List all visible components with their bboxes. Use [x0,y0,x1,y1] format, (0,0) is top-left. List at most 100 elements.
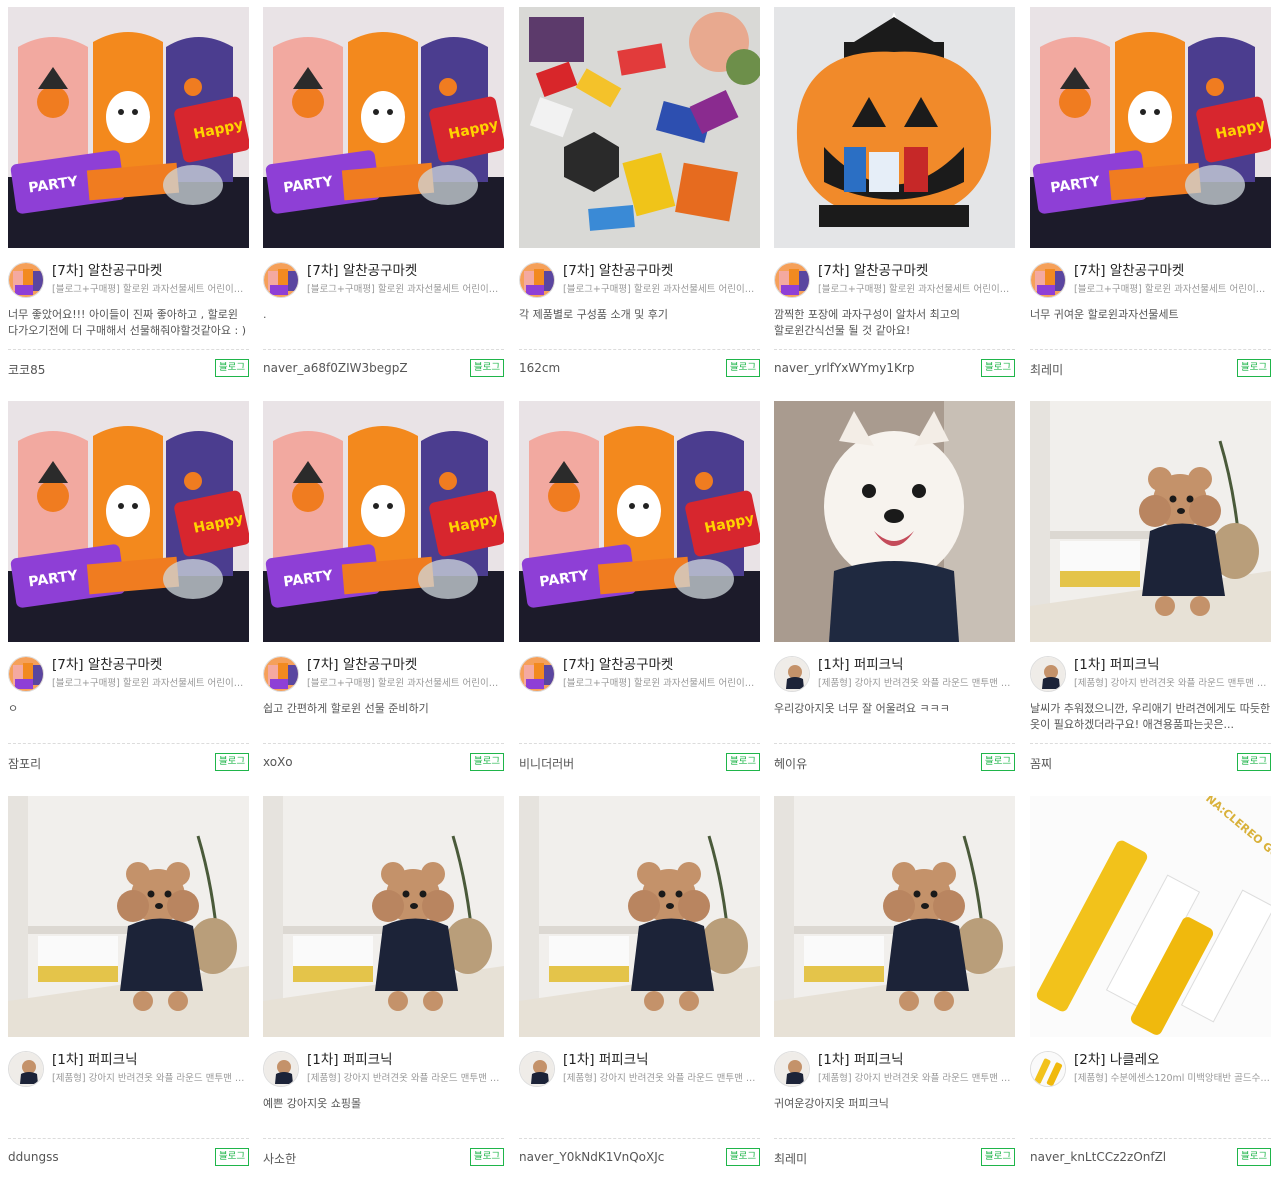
product-info[interactable]: [7차] 알찬공구마켓 [블로그+구매평] 할로윈 과자선물세트 어린이집 유.… [774,262,1015,302]
product-title[interactable]: [7차] 알찬공구마켓 [52,656,249,674]
blog-button[interactable]: 블로그 [470,753,504,771]
reviewer-name: naver_a68f0ZIW3begpZ [263,361,408,375]
product-info[interactable]: [7차] 알찬공구마켓 [블로그+구매평] 할로윈 과자선물세트 어린이집 유.… [8,656,249,696]
product-title[interactable]: [1차] 퍼피크닉 [1074,656,1271,674]
blog-button[interactable]: 블로그 [215,1148,249,1166]
blog-button[interactable]: 블로그 [1237,359,1271,377]
review-photo[interactable] [263,796,504,1037]
product-avatar [774,1051,810,1087]
divider [1030,743,1271,744]
product-info[interactable]: [1차] 퍼피크닉 [제품형] 강아지 반려견옷 와플 라운드 맨투맨 티셔츠 [774,1051,1015,1091]
reviewer-name: 사소한 [263,1152,297,1166]
review-line: 다가오기전에 더 구매해서 선물해줘야할것같아요 : ) [8,324,246,337]
review-photo[interactable]: Happy PARTY [263,7,504,248]
product-title[interactable]: [1차] 퍼피크닉 [52,1051,249,1069]
review-card[interactable]: Happy PARTY [7차] 알찬공구마켓 [블로그+구매평] 할로윈 과자… [263,7,504,391]
blog-button[interactable]: 블로그 [726,359,760,377]
product-title[interactable]: [1차] 퍼피크닉 [563,1051,760,1069]
blog-button[interactable]: 블로그 [981,753,1015,771]
review-card[interactable]: [1차] 퍼피크닉 [제품형] 강아지 반려견옷 와플 라운드 맨투맨 티셔츠 … [774,796,1015,1180]
product-info[interactable]: [7차] 알찬공구마켓 [블로그+구매평] 할로윈 과자선물세트 어린이집 유.… [519,262,760,302]
product-avatar [1030,262,1066,298]
review-card[interactable]: [1차] 퍼피크닉 [제품형] 강아지 반려견옷 와플 라운드 맨투맨 티셔츠 … [519,796,760,1180]
blog-button[interactable]: 블로그 [1237,753,1271,771]
product-title[interactable]: [2차] 나클레오 [1074,1051,1271,1069]
review-line: 너무 좋았어요!!! 아이들이 진짜 좋아하고 , 할로윈 [8,308,238,321]
product-avatar [519,1051,555,1087]
product-title[interactable]: [7차] 알찬공구마켓 [1074,262,1271,280]
product-title[interactable]: [1차] 퍼피크닉 [818,1051,1015,1069]
review-photo[interactable] [1030,401,1271,642]
review-card[interactable]: [7차] 알찬공구마켓 [블로그+구매평] 할로윈 과자선물세트 어린이집 유.… [774,7,1015,391]
review-photo[interactable] [774,401,1015,642]
product-info[interactable]: [1차] 퍼피크닉 [제품형] 강아지 반려견옷 와플 라운드 맨투맨 티셔츠 [774,656,1015,696]
divider [1030,1138,1271,1139]
product-avatar [8,1051,44,1087]
review-card[interactable]: Happy PARTY [7차] 알찬공구마켓 [블로그+구매평] 할로윈 과자… [519,401,760,785]
review-photo[interactable] [8,796,249,1037]
reviewer-name: xoXo [263,755,293,769]
product-description: [제품형] 수분에센스120ml 미백앙태반 골드수분... [1074,1073,1271,1084]
review-card[interactable]: [7차] 알찬공구마켓 [블로그+구매평] 할로윈 과자선물세트 어린이집 유.… [519,7,760,391]
blog-button[interactable]: 블로그 [215,753,249,771]
blog-button[interactable]: 블로그 [726,753,760,771]
review-photo[interactable]: Happy PARTY [519,401,760,642]
review-photo[interactable]: Happy PARTY [263,401,504,642]
blog-button[interactable]: 블로그 [981,359,1015,377]
product-info[interactable]: [1차] 퍼피크닉 [제품형] 강아지 반려견옷 와플 라운드 맨투맨 티셔츠 [1030,656,1271,696]
product-info[interactable]: [7차] 알찬공구마켓 [블로그+구매평] 할로윈 과자선물세트 어린이집 유.… [263,656,504,696]
reviewer-name: naver_knLtCCz2zOnfZl [1030,1150,1167,1164]
review-card[interactable]: NA:CLEREO GOLD ESS [2차] 나클레오 [제품형] 수분에센스… [1030,796,1271,1180]
review-line: 깜찍한 포장에 과자구성이 알차서 최고의 [774,308,961,321]
review-photo[interactable]: NA:CLEREO GOLD ESS [1030,796,1271,1037]
product-info[interactable]: [1차] 퍼피크닉 [제품형] 강아지 반려견옷 와플 라운드 맨투맨 티셔츠 [519,1051,760,1091]
review-card[interactable]: [1차] 퍼피크닉 [제품형] 강아지 반려견옷 와플 라운드 맨투맨 티셔츠 … [1030,401,1271,785]
product-title[interactable]: [7차] 알찬공구마켓 [307,262,504,280]
review-card[interactable]: Happy PARTY [7차] 알찬공구마켓 [블로그+구매평] 할로윈 과자… [263,401,504,785]
review-photo[interactable] [774,7,1015,248]
divider [1030,349,1271,350]
review-card[interactable]: [1차] 퍼피크닉 [제품형] 강아지 반려견옷 와플 라운드 맨투맨 티셔츠 … [8,796,249,1180]
review-card[interactable]: [1차] 퍼피크닉 [제품형] 강아지 반려견옷 와플 라운드 맨투맨 티셔츠 … [263,796,504,1180]
review-photo[interactable]: Happy PARTY [8,401,249,642]
reviewer-name: 최레미 [1030,363,1064,377]
product-title[interactable]: [1차] 퍼피크닉 [307,1051,504,1069]
blog-button[interactable]: 블로그 [1237,1148,1271,1166]
reviewer-name: 잠포리 [8,757,42,771]
review-card[interactable]: [1차] 퍼피크닉 [제품형] 강아지 반려견옷 와플 라운드 맨투맨 티셔츠 … [774,401,1015,785]
product-info[interactable]: [1차] 퍼피크닉 [제품형] 강아지 반려견옷 와플 라운드 맨투맨 티셔츠 [8,1051,249,1091]
product-avatar [774,656,810,692]
product-description: [제품형] 강아지 반려견옷 와플 라운드 맨투맨 티셔츠 [1074,678,1271,689]
review-text: ㅇ [8,701,249,717]
blog-button[interactable]: 블로그 [981,1148,1015,1166]
review-card[interactable]: Happy PARTY [7차] 알찬공구마켓 [블로그+구매평] 할로윈 과자… [8,401,249,785]
review-line: . [263,308,267,321]
product-info[interactable]: [7차] 알찬공구마켓 [블로그+구매평] 할로윈 과자선물세트 어린이집 유.… [519,656,760,696]
product-title[interactable]: [7차] 알찬공구마켓 [307,656,504,674]
blog-button[interactable]: 블로그 [470,1148,504,1166]
review-line: 날씨가 추워졌으니깐, 우리애기 반려견에게도 따듯한 [1030,702,1271,715]
product-info[interactable]: [1차] 퍼피크닉 [제품형] 강아지 반려견옷 와플 라운드 맨투맨 티셔츠 [263,1051,504,1091]
divider [774,349,1015,350]
product-title[interactable]: [7차] 알찬공구마켓 [563,656,760,674]
review-photo[interactable] [519,7,760,248]
product-info[interactable]: [7차] 알찬공구마켓 [블로그+구매평] 할로윈 과자선물세트 어린이집 유.… [1030,262,1271,302]
product-title[interactable]: [7차] 알찬공구마켓 [818,262,1015,280]
review-card[interactable]: Happy PARTY [7차] 알찬공구마켓 [블로그+구매평] 할로윈 과자… [8,7,249,391]
blog-button[interactable]: 블로그 [726,1148,760,1166]
review-photo[interactable] [774,796,1015,1037]
product-title[interactable]: [7차] 알찬공구마켓 [52,262,249,280]
product-info[interactable]: [7차] 알찬공구마켓 [블로그+구매평] 할로윈 과자선물세트 어린이집 유.… [8,262,249,302]
review-card[interactable]: Happy PARTY [7차] 알찬공구마켓 [블로그+구매평] 할로윈 과자… [1030,7,1271,391]
product-avatar [263,656,299,692]
review-photo[interactable] [519,796,760,1037]
product-title[interactable]: [7차] 알찬공구마켓 [563,262,760,280]
product-info[interactable]: [2차] 나클레오 [제품형] 수분에센스120ml 미백앙태반 골드수분... [1030,1051,1271,1091]
blog-button[interactable]: 블로그 [215,359,249,377]
review-text: 각 제품별로 구성품 소개 및 후기 [519,307,760,323]
product-info[interactable]: [7차] 알찬공구마켓 [블로그+구매평] 할로윈 과자선물세트 어린이집 유.… [263,262,504,302]
blog-button[interactable]: 블로그 [470,359,504,377]
product-title[interactable]: [1차] 퍼피크닉 [818,656,1015,674]
review-photo[interactable]: Happy PARTY [1030,7,1271,248]
review-photo[interactable]: Happy PARTY [8,7,249,248]
